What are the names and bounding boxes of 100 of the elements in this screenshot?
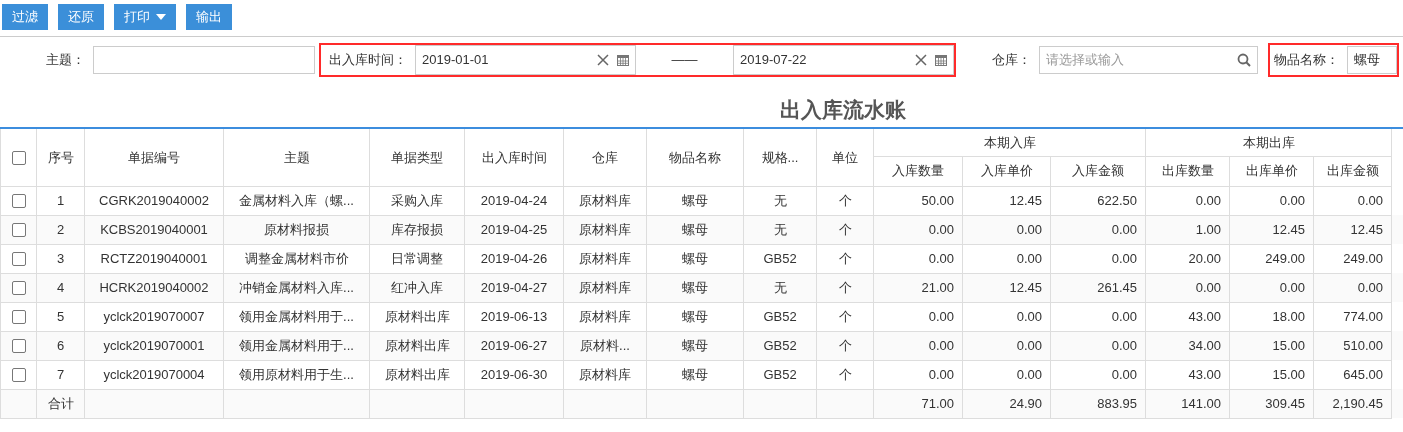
table-cell: 774.00 — [1313, 302, 1392, 331]
table-cell: 螺母 — [646, 302, 744, 331]
table-cell: 库存报损 — [369, 215, 465, 244]
table-cell: 0.00 — [962, 360, 1051, 389]
table-cell: 采购入库 — [369, 186, 465, 215]
table-cell: 0.00 — [873, 360, 963, 389]
calendar-icon[interactable] — [935, 54, 947, 66]
column-header: 入库数量 — [873, 156, 963, 186]
search-icon[interactable] — [1237, 53, 1251, 67]
table-cell: 红冲入库 — [369, 273, 465, 302]
table-cell: yclck2019070007 — [84, 302, 224, 331]
table-cell: 个 — [816, 273, 874, 302]
table-cell: 原材料库 — [563, 360, 647, 389]
clear-icon[interactable] — [597, 54, 609, 66]
table-cell: 0.00 — [1050, 331, 1146, 360]
table-cell: 12.45 — [962, 273, 1051, 302]
table-cell: 领用金属材料用于... — [223, 302, 370, 331]
checkbox[interactable] — [11, 310, 26, 325]
table-cell: 2 — [36, 215, 85, 244]
filter-label: 出入库时间： — [329, 51, 408, 70]
table-cell: 15.00 — [1229, 360, 1314, 389]
table-cell: 141.00 — [1145, 389, 1230, 418]
table-cell: 2019-04-25 — [464, 215, 564, 244]
table-cell: 3 — [36, 244, 85, 273]
table-cell: 领用原材料用于生... — [223, 360, 370, 389]
table-cell: 金属材料入库（螺... — [223, 186, 370, 215]
table-cell: 7 — [36, 360, 85, 389]
checkbox[interactable] — [11, 151, 26, 165]
table-cell: 0.00 — [1050, 215, 1146, 244]
table-cell: 883.95 — [1050, 389, 1146, 418]
table-cell: 个 — [816, 302, 874, 331]
input-field[interactable]: 螺母 — [1347, 46, 1397, 74]
table-cell: 冲销金属材料入库... — [223, 273, 370, 302]
table-cell: 2019-04-27 — [464, 273, 564, 302]
checkbox[interactable] — [11, 368, 26, 383]
table-cell: 15.00 — [1229, 331, 1314, 360]
table-cell: yclck2019070004 — [84, 360, 224, 389]
table-cell: 0.00 — [962, 215, 1051, 244]
table-cell: 0.00 — [1145, 186, 1230, 215]
table-cell: yclck2019070001 — [84, 331, 224, 360]
table-cell: 0.00 — [873, 331, 963, 360]
search-field[interactable]: 请选择或输入 — [1039, 46, 1258, 74]
toolbar-button[interactable]: 过滤 — [2, 4, 48, 30]
checkbox[interactable] — [11, 281, 26, 296]
table-cell: 18.00 — [1229, 302, 1314, 331]
table-cell: 螺母 — [646, 360, 744, 389]
table-cell: 0.00 — [962, 331, 1051, 360]
table-cell: 21.00 — [873, 273, 963, 302]
table-cell: 合计 — [36, 389, 85, 418]
checkbox[interactable] — [11, 252, 26, 267]
table-cell: 20.00 — [1145, 244, 1230, 273]
checkbox[interactable] — [11, 194, 26, 209]
checkbox[interactable] — [11, 223, 26, 238]
table-cell: GB52 — [743, 331, 817, 360]
table-cell: 24.90 — [962, 389, 1051, 418]
date-field[interactable]: 2019-01-01 — [415, 45, 636, 75]
table-cell: 原材料库 — [563, 302, 647, 331]
date-field[interactable]: 2019-07-22 — [733, 45, 954, 75]
table-cell: GB52 — [743, 302, 817, 331]
table-cell: 原材料报损 — [223, 215, 370, 244]
input-field[interactable] — [93, 46, 315, 74]
table-cell: 0.00 — [962, 302, 1051, 331]
table-cell: 4 — [36, 273, 85, 302]
column-header: 单据类型 — [369, 128, 465, 186]
table-cell: 原材料出库 — [369, 331, 465, 360]
table-cell: 原材料出库 — [369, 360, 465, 389]
column-header: 序号 — [36, 128, 85, 186]
table-cell: 2019-06-30 — [464, 360, 564, 389]
table-cell: 原材料库 — [563, 215, 647, 244]
table-cell: 2019-06-13 — [464, 302, 564, 331]
calendar-icon[interactable] — [617, 54, 629, 66]
dropdown-button[interactable]: 打印 — [114, 4, 176, 30]
table-cell: 5 — [36, 302, 85, 331]
table-cell: 12.45 — [962, 186, 1051, 215]
toolbar-button[interactable]: 还原 — [58, 4, 104, 30]
column-header: 单位 — [816, 128, 874, 186]
clear-icon[interactable] — [915, 54, 927, 66]
table-cell: 个 — [816, 244, 874, 273]
table-cell: 0.00 — [962, 244, 1051, 273]
table-cell: 螺母 — [646, 186, 744, 215]
column-header: 入库单价 — [962, 156, 1051, 186]
table-cell: 原材料... — [563, 331, 647, 360]
table-cell: 2019-06-27 — [464, 331, 564, 360]
checkbox[interactable] — [11, 339, 26, 354]
table-cell: 1.00 — [1145, 215, 1230, 244]
table-cell: 71.00 — [873, 389, 963, 418]
column-header: 入库金额 — [1050, 156, 1146, 186]
table-cell: 2019-04-26 — [464, 244, 564, 273]
table-cell: 2019-04-24 — [464, 186, 564, 215]
table-cell: 309.45 — [1229, 389, 1314, 418]
toolbar-button[interactable]: 输出 — [186, 4, 232, 30]
table-cell: 34.00 — [1145, 331, 1230, 360]
table-cell: 个 — [816, 331, 874, 360]
table-cell: 249.00 — [1229, 244, 1314, 273]
table-cell: 43.00 — [1145, 302, 1230, 331]
table-cell: KCBS2019040001 — [84, 215, 224, 244]
table-cell: 0.00 — [873, 244, 963, 273]
filter-label: 仓库： — [992, 51, 1032, 70]
column-header: 仓库 — [563, 128, 647, 186]
table-cell: 个 — [816, 360, 874, 389]
